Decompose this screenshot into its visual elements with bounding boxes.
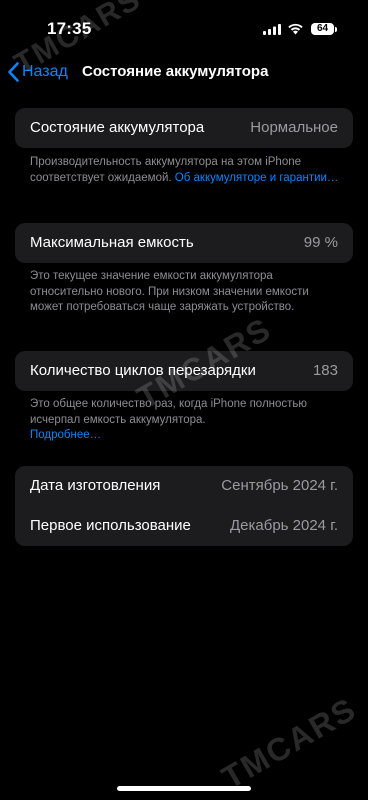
battery-condition-card: Состояние аккумулятора Нормальное xyxy=(15,108,353,148)
more-info-link[interactable]: Подробнее… xyxy=(30,428,345,444)
max-capacity-row: Максимальная емкость 99 % xyxy=(15,223,353,263)
battery-condition-footer: Производительность аккумулятора на этом … xyxy=(30,155,345,186)
battery-condition-row: Состояние аккумулятора Нормальное xyxy=(15,108,353,148)
cycle-count-label: Количество циклов перезарядки xyxy=(30,362,256,379)
first-use-row: Первое использование Декабрь 2024 г. xyxy=(15,506,353,546)
page-title: Состояние аккумулятора xyxy=(82,63,269,80)
manufacture-date-value: Сентябрь 2024 г. xyxy=(221,477,338,494)
back-button-label: Назад xyxy=(22,63,68,80)
watermark: TMCARS xyxy=(215,690,363,796)
wifi-icon xyxy=(288,23,303,35)
battery-indicator: 64 xyxy=(311,23,334,35)
max-capacity-label: Максимальная емкость xyxy=(30,234,194,251)
battery-cap-icon xyxy=(335,27,337,32)
battery-dates-card: Дата изготовления Сентябрь 2024 г. Перво… xyxy=(15,466,353,546)
manufacture-date-row: Дата изготовления Сентябрь 2024 г. xyxy=(15,466,353,506)
cycle-count-card: Количество циклов перезарядки 183 xyxy=(15,351,353,391)
manufacture-date-label: Дата изготовления xyxy=(30,477,161,494)
chevron-left-icon xyxy=(8,62,19,82)
battery-condition-label: Состояние аккумулятора xyxy=(30,119,205,136)
max-capacity-footer-text: Это текущее значение емкости аккумулятор… xyxy=(30,270,309,313)
status-time: 17:35 xyxy=(47,19,92,38)
first-use-label: Первое использование xyxy=(30,517,191,534)
about-battery-warranty-link[interactable]: Об аккумуляторе и гарантии… xyxy=(175,172,339,184)
battery-condition-value: Нормальное xyxy=(250,119,338,136)
back-button[interactable]: Назад xyxy=(7,61,68,83)
max-capacity-value: 99 % xyxy=(303,234,338,251)
cycle-count-value: 183 xyxy=(312,362,338,379)
home-indicator[interactable] xyxy=(117,786,251,791)
first-use-value: Декабрь 2024 г. xyxy=(230,517,338,534)
cycle-count-footer-text: Это общее количество раз, когда iPhone п… xyxy=(30,398,308,426)
max-capacity-card: Максимальная емкость 99 % xyxy=(15,223,353,263)
cycle-count-row: Количество циклов перезарядки 183 xyxy=(15,351,353,391)
max-capacity-footer: Это текущее значение емкости аккумулятор… xyxy=(30,269,345,316)
navigation-bar: Назад Состояние аккумулятора xyxy=(0,58,368,88)
cycle-count-footer: Это общее количество раз, когда iPhone п… xyxy=(30,397,345,444)
status-bar: 17:35 64 xyxy=(0,0,368,54)
cellular-signal-icon xyxy=(263,24,281,35)
